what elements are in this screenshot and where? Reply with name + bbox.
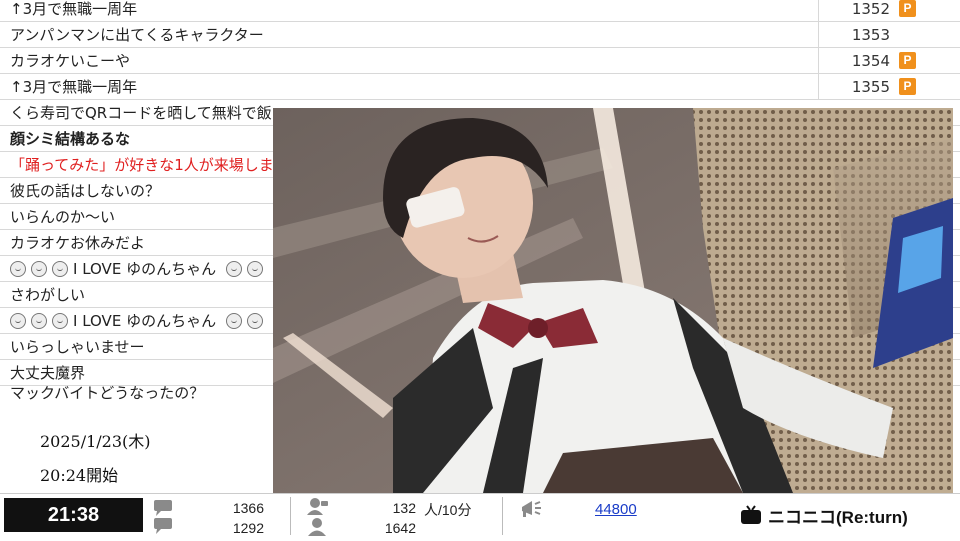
comment-emoji-line: I LOVE ゆのんちゃん (10, 311, 268, 331)
premium-badge-icon: P (899, 78, 916, 95)
comment-text: ↑3月で無職一周年 (10, 78, 138, 96)
comment-text: さわがしい (10, 286, 86, 304)
face-emoji-icon (10, 261, 26, 277)
comment-row[interactable]: ↑3月で無職一周年 1355 P (0, 74, 960, 100)
comment-row[interactable]: カラオケいこーや 1354 P (0, 48, 960, 74)
face-emoji-icon (31, 313, 47, 329)
broadcast-start-time: 20:24開始 (40, 466, 119, 485)
column-divider (818, 0, 819, 22)
divider (502, 497, 503, 535)
comment-text: 彼氏の話はしないの？ (10, 182, 161, 200)
viewers-per-10min: 132 (392, 500, 416, 516)
broadcast-info: 2025/1/23(木) 20:24開始 (0, 404, 262, 496)
elapsed-time: 21:38 (4, 498, 143, 532)
face-emoji-icon (52, 261, 68, 277)
ad-points-link[interactable]: 44800 (595, 501, 637, 518)
comment-text: カラオケお休みだよ (10, 234, 146, 252)
comment-number: 1355 (851, 78, 890, 96)
comment-text: 「踊ってみた」が好きな1人が来場しまし (10, 156, 272, 174)
comment-emoji-line: I LOVE ゆのんちゃん (10, 259, 268, 279)
comment-number: 1354 (851, 52, 890, 70)
comment-text: アンパンマンに出てくるキャラクター (10, 26, 264, 44)
comment-count: 1366 (232, 500, 264, 516)
face-emoji-icon (246, 261, 263, 277)
face-emoji-icon (52, 313, 68, 329)
comment-text: いらっしゃいませー (10, 338, 145, 356)
niconico-logo: ニコニコ(Re:turn) (740, 503, 908, 527)
video-player[interactable] (273, 108, 953, 493)
viewer-icon (307, 498, 328, 536)
premium-badge-icon: P (899, 52, 916, 69)
comment-text: マックバイトどうなったの？ (10, 384, 205, 402)
comment-text: くら寿司でQRコードを晒して無料で飯を (10, 104, 272, 122)
divider (290, 497, 291, 535)
column-divider (818, 74, 819, 100)
comment-number: 1352 (851, 0, 890, 18)
face-emoji-icon (225, 313, 242, 329)
face-emoji-icon (225, 261, 242, 277)
face-emoji-icon (10, 313, 26, 329)
comment-text: 大丈夫魔界 (10, 364, 86, 382)
megaphone-icon (522, 501, 541, 517)
tv-icon (741, 505, 761, 524)
logo-text: ニコニコ(Re:turn) (768, 507, 908, 527)
column-divider (818, 48, 819, 74)
premium-badge-icon: P (899, 0, 916, 17)
comment-text: ↑3月で無職一周年 (10, 0, 138, 18)
status-bar: 21:38 1366 1292 132 人/10分 1642 44800 ニコニ… (0, 493, 960, 541)
comment-text: カラオケいこーや (10, 52, 131, 70)
face-emoji-icon (246, 313, 263, 329)
face-emoji-icon (31, 261, 47, 277)
comment-text: I LOVE ゆのんちゃん (73, 312, 217, 330)
comment-text: I LOVE ゆのんちゃん (73, 260, 217, 278)
comment-text: 顔シミ結構あるな (10, 130, 131, 148)
comment-count-secondary: 1292 (232, 520, 264, 536)
comment-row[interactable]: ↑3月で無職一周年 1352 P (0, 0, 960, 22)
comment-text: いらんのか～い (10, 208, 116, 226)
column-divider (818, 22, 819, 48)
total-viewers: 1642 (384, 520, 416, 536)
comment-row[interactable]: アンパンマンに出てくるキャラクター 1353 (0, 22, 960, 48)
comment-number: 1353 (851, 26, 890, 44)
video-frame (273, 108, 953, 493)
broadcast-date: 2025/1/23(木) (40, 432, 151, 451)
viewers-rate-unit: 人/10分 (424, 502, 472, 518)
comment-bubble-icon (154, 500, 172, 534)
